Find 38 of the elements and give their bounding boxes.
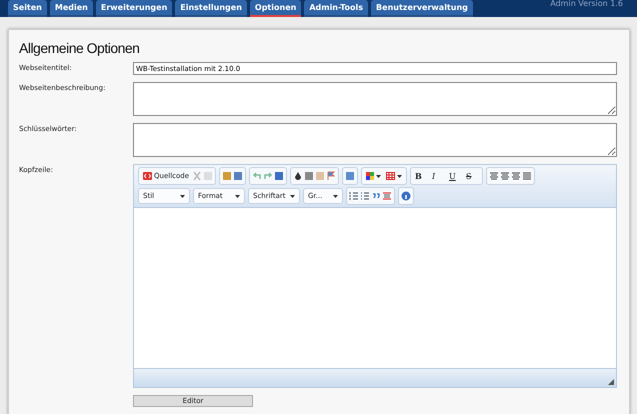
numbered-list-icon[interactable] (349, 191, 359, 201)
nav-tab[interactable]: Medien (50, 0, 93, 17)
nav-tab[interactable]: Optionen (250, 0, 302, 17)
color-grid-icon (366, 172, 374, 180)
version-text: Admin Version 1.6 (550, 0, 623, 8)
strikethrough-button[interactable]: S (464, 169, 480, 183)
align-icon[interactable] (522, 171, 532, 181)
caret-icon (290, 194, 295, 198)
align-icon[interactable] (489, 171, 500, 181)
caret-icon (235, 194, 240, 198)
div-icon[interactable] (382, 191, 392, 201)
align-icon[interactable] (511, 171, 522, 181)
underline-button[interactable]: U (447, 169, 464, 183)
caret-icon (180, 194, 185, 198)
nav-tab[interactable]: Erweiterungen (96, 0, 172, 17)
table-icon (386, 172, 396, 180)
align-icon[interactable] (500, 171, 510, 181)
section-title: Allgemeine Optionen (19, 40, 140, 56)
caret-icon (333, 194, 338, 198)
textarea-field[interactable] (133, 123, 617, 157)
info-icon[interactable] (401, 191, 411, 201)
textarea-field[interactable] (133, 82, 617, 116)
nav-tab[interactable]: Admin-Tools (304, 0, 368, 17)
quote-icon[interactable] (371, 191, 381, 201)
flag-icon[interactable] (326, 171, 336, 181)
table-button[interactable] (384, 169, 404, 183)
code-icon (143, 172, 152, 180)
ink-drop-icon[interactable] (293, 171, 304, 181)
nav-tab[interactable]: Seiten (8, 0, 47, 17)
nav-tab[interactable]: Benutzerverwaltung (371, 0, 473, 17)
nav-tab[interactable]: Einstellungen (175, 0, 247, 17)
italic-button[interactable]: I (430, 169, 446, 183)
color-button[interactable] (364, 169, 384, 183)
bullet-list-icon[interactable] (360, 191, 370, 201)
caret-icon (397, 174, 402, 178)
bold-button[interactable]: B (413, 169, 430, 183)
resize-handle-icon[interactable] (608, 379, 614, 385)
caret-icon (376, 174, 382, 178)
